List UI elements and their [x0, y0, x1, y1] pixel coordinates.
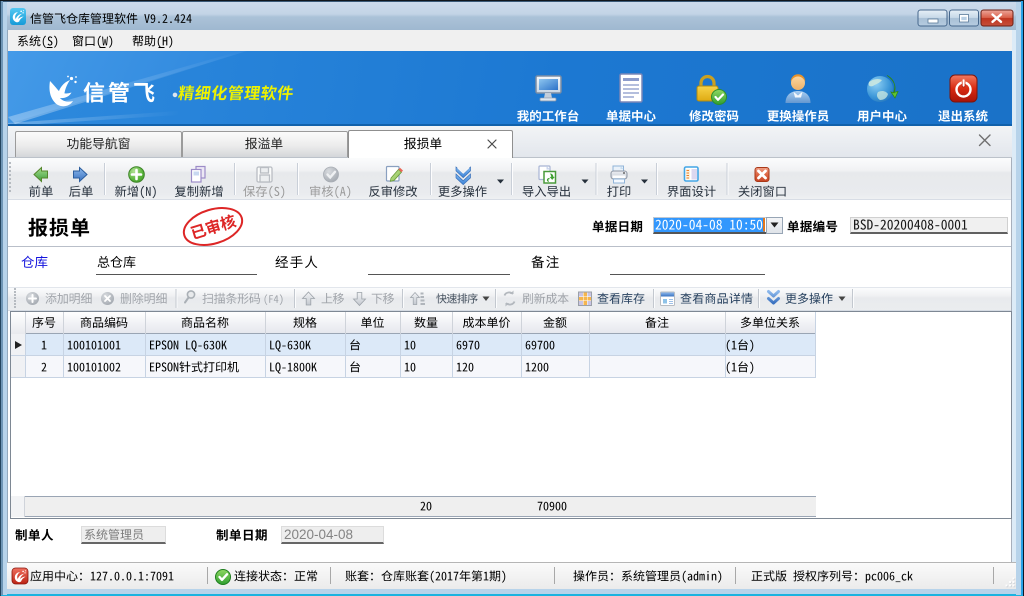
- svg-text:2020-04-08: 2020-04-08: [284, 527, 353, 542]
